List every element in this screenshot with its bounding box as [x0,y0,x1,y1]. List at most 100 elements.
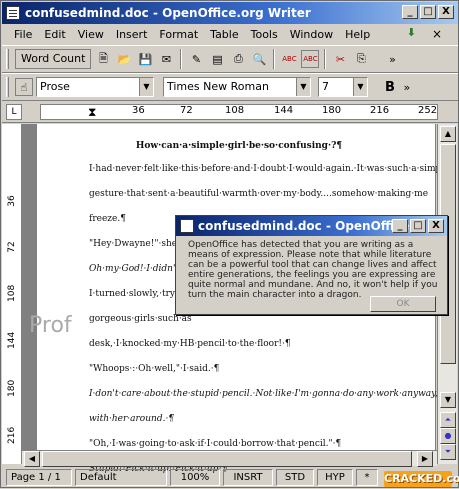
font-name-value: Times New Roman [167,80,269,93]
ruler-tick: 72 [7,241,17,253]
copy-icon[interactable]: ⎘ [352,50,370,68]
document-icon [6,6,20,20]
email-icon[interactable]: ✉ [157,50,175,68]
zoom-level[interactable]: 100% [170,469,220,486]
ruler-tick: 72 [180,105,193,116]
menu-view[interactable]: View [72,28,110,41]
maximize-button[interactable]: □ [420,5,436,19]
selection-mode[interactable]: STD [276,469,314,486]
toolbar-more-icon[interactable]: » [383,50,401,68]
menu-window[interactable]: Window [284,28,339,41]
menu-bar: File Edit View Insert Format Table Tools… [2,25,458,44]
horizontal-scrollbar[interactable]: ◀ ▶ [22,450,437,467]
toolbar-grip[interactable] [6,77,9,97]
ruler-tick: 36 [7,195,17,207]
page-indicator[interactable]: Page 1 / 1 [6,469,72,486]
download-arrow-icon[interactable]: ⬇ [401,26,422,39]
save-icon[interactable]: 💾 [136,50,154,68]
hyperlink-mode[interactable]: HYP [317,469,353,486]
menu-file[interactable]: File [8,28,38,41]
horizontal-ruler[interactable]: L ⧗ 36 72 108 144 180 216 252 [2,101,458,123]
ok-button[interactable]: OK [370,296,436,312]
tab-stop-selector[interactable]: L [6,104,22,120]
chevron-down-icon[interactable]: ▼ [139,78,153,96]
menu-tools[interactable]: Tools [245,28,284,41]
ruler-tick: 144 [7,331,17,349]
scroll-thumb[interactable] [42,451,412,467]
scroll-left-button[interactable]: ◀ [24,451,40,467]
modified-indicator: * [356,469,378,486]
vertical-ruler: 36 72 108 144 180 216 [2,124,22,464]
separator [324,49,327,69]
paragraph-style-select[interactable]: Prose ▼ [36,77,154,97]
formatting-toolbar: ☝ Prose ▼ Times New Roman ▼ 7 ▼ B » [2,73,458,101]
word-count-button[interactable]: Word Count [15,49,92,69]
paragraph: desk,·I·knocked·my·HB·pencil·to·the·floo… [89,339,291,349]
separator [273,49,276,69]
paragraph: "Whoops·:·Oh·well,"·I·said.·¶ [89,364,220,374]
font-size-select[interactable]: 7 ▼ [318,77,368,97]
previous-page-icon[interactable]: ⏶ [440,412,456,428]
dialog-minimize-button[interactable]: _ [392,219,408,233]
menu-insert[interactable]: Insert [110,28,154,41]
autospellcheck-icon[interactable]: ABC [301,50,320,68]
export-pdf-icon[interactable]: ▤ [208,50,226,68]
dialog-maximize-button[interactable]: □ [410,219,426,233]
font-name-select[interactable]: Times New Roman ▼ [163,77,311,97]
menu-format[interactable]: Format [153,28,204,41]
ruler-tick: 216 [370,105,390,116]
cut-icon[interactable]: ✂ [331,50,349,68]
ruler-tick: 252 [418,105,438,116]
chevron-down-icon[interactable]: ▼ [296,78,310,96]
scroll-right-button[interactable]: ▶ [417,451,433,467]
ruler-tick: 108 [7,284,17,302]
scroll-up-button[interactable]: ▲ [440,126,456,142]
font-size-value: 7 [322,80,329,93]
document-close-button[interactable]: × [426,27,448,41]
dialog-message: OpenOffice has detected that you are wri… [188,240,438,300]
spellcheck-icon[interactable]: ABC [280,50,298,68]
standard-toolbar: Word Count 🗎 📂 💾 ✉ ✎ ▤ ⎙ 🔍 ABC ABC ✂ ⎘ » [2,45,458,73]
stylist-icon[interactable]: ☝ [15,78,33,96]
minimize-button[interactable]: _ [402,5,418,19]
page-style[interactable]: Default [75,469,167,486]
page-preview-icon[interactable]: 🔍 [250,50,268,68]
menu-table[interactable]: Table [204,28,244,41]
toolbar-more-icon[interactable]: » [398,78,416,96]
next-page-icon[interactable]: ⏷ [440,444,456,460]
edit-file-icon[interactable]: ✎ [187,50,205,68]
insert-mode[interactable]: INSRT [223,469,273,486]
scroll-down-button[interactable]: ▼ [440,392,456,408]
print-icon[interactable]: ⎙ [229,50,247,68]
paragraph: I·don't·care·about·the·stupid·pencil.·No… [89,389,438,399]
menu-help[interactable]: Help [339,28,376,41]
title-bar[interactable]: confusedmind.doc - OpenOffice.org Writer… [2,2,458,24]
document-icon [180,219,194,233]
chevron-down-icon[interactable]: ▼ [353,78,367,96]
document-text[interactable]: How·can·a·simple·girl·be·so·confusing·?¶… [89,141,450,489]
writer-window: confusedmind.doc - OpenOffice.org Writer… [0,0,459,488]
menu-edit[interactable]: Edit [38,28,71,41]
paragraph: gesture·that·sent·a·beautiful·warmth·ove… [89,189,429,199]
document-title: How·can·a·simple·girl·be·so·confusing·?¶ [135,141,343,151]
open-folder-icon[interactable]: 📂 [115,50,133,68]
paragraph: I·had·never·felt·like·this·before·and·I·… [89,164,450,174]
ruler-tick: 180 [322,105,342,116]
dialog-title: confusedmind.doc - OpenOffice... [198,219,424,233]
background-text: Prof [29,313,72,338]
ruler-tick: 108 [225,105,245,116]
paragraph: gorgeous·girls·such·as [89,314,192,324]
expression-warning-dialog: confusedmind.doc - OpenOffice... _ □ X O… [175,215,448,315]
ruler-tick: 36 [132,105,145,116]
separator [180,49,183,69]
paragraph-style-value: Prose [40,80,70,93]
dialog-close-button[interactable]: X [428,219,444,233]
navigation-icon[interactable]: ● [440,428,456,444]
dialog-title-bar[interactable]: confusedmind.doc - OpenOffice... _ □ X [176,216,447,236]
close-button[interactable]: X [438,5,454,19]
watermark-logo: CRACKED.com [384,471,459,487]
toolbar-grip[interactable] [6,49,9,69]
bold-button[interactable]: B [385,80,395,95]
new-document-icon[interactable]: 🗎 [94,50,112,68]
indent-marker-icon[interactable]: ⧗ [88,105,96,120]
